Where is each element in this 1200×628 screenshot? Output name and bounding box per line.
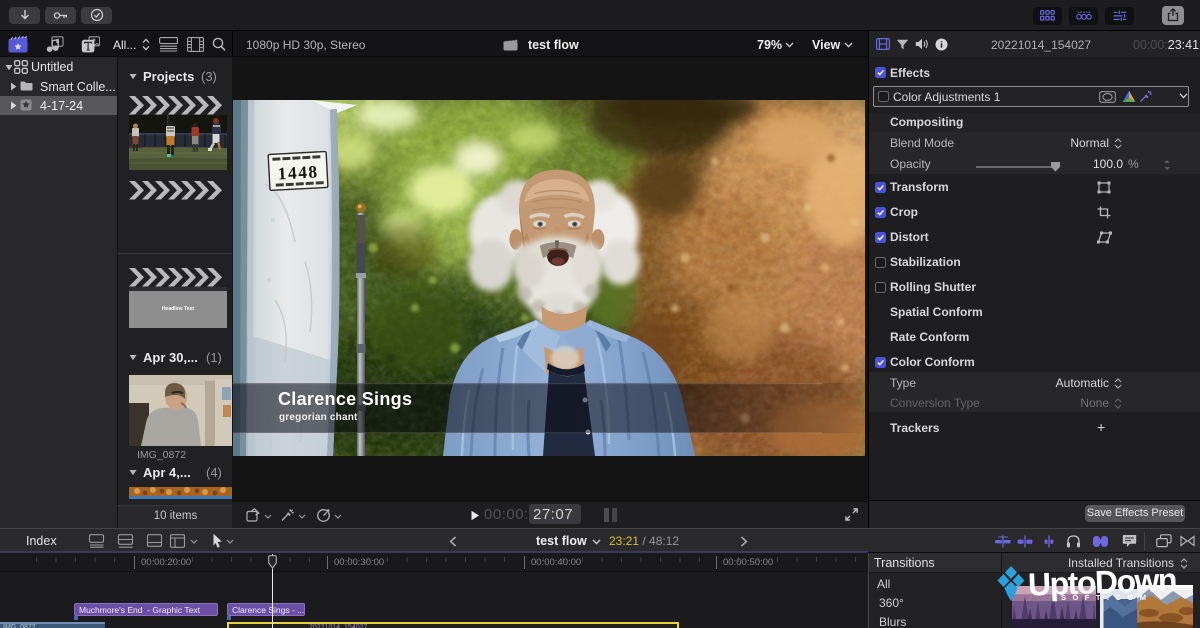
svg-text:1448: 1448: [277, 161, 319, 183]
